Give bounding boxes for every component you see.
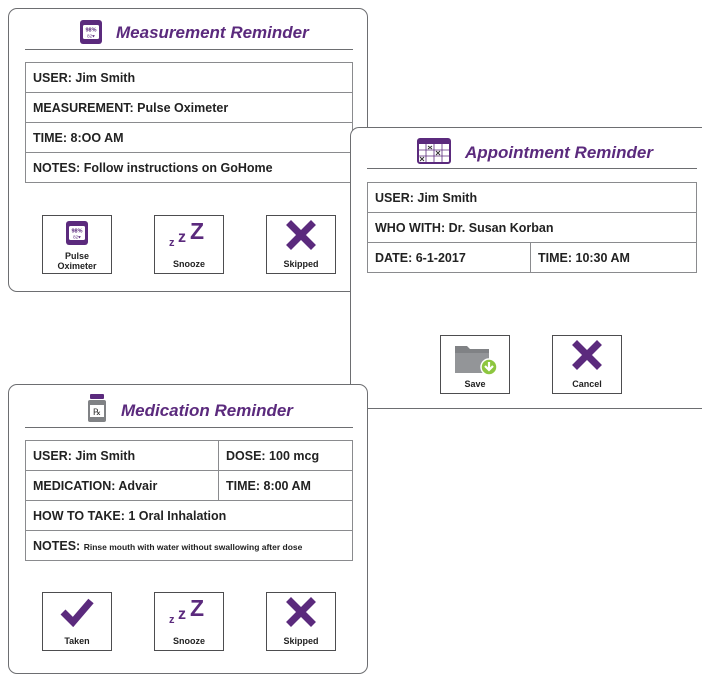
title-divider	[25, 427, 353, 428]
x-icon	[286, 597, 316, 627]
oximeter-reading-bottom: 82♥	[87, 34, 95, 39]
medication-details-table: USER: Jim Smith DOSE: 100 mcg MEDICATION…	[25, 440, 353, 561]
pulse-label-line2: Oximeter	[57, 261, 97, 271]
cancel-label: Cancel	[572, 379, 602, 389]
medication-time: TIME: 8:00 AM	[218, 470, 353, 501]
snooze-button[interactable]: z z Z Snooze	[154, 215, 224, 274]
skipped-button[interactable]: Skipped	[266, 215, 336, 274]
cancel-button[interactable]: Cancel	[552, 335, 622, 394]
medication-how-to-take: HOW TO TAKE: 1 Oral Inhalation	[25, 500, 353, 531]
skipped-label: Skipped	[283, 636, 319, 646]
svg-text:z: z	[178, 606, 186, 623]
pulse-oximeter-label: Pulse Oximeter	[43, 251, 111, 271]
skipped-label: Skipped	[283, 259, 319, 269]
svg-text:z: z	[169, 237, 175, 248]
appointment-date: DATE: 6-1-2017	[367, 242, 531, 273]
oximeter-reading-bottom: 82♥	[73, 235, 81, 240]
pulse-oximeter-icon: 98% 82♥	[80, 20, 102, 44]
pill-bottle-icon: ℞	[88, 394, 106, 422]
medication-reminder-card: ℞ Medication Reminder USER: Jim Smith DO…	[8, 384, 368, 674]
medication-notes-label: NOTES:	[33, 538, 81, 553]
x-icon	[572, 340, 602, 370]
appointment-time: TIME: 10:30 AM	[530, 242, 697, 273]
snooze-icon: z z Z	[169, 597, 204, 625]
taken-button[interactable]: Taken	[42, 592, 112, 651]
pulse-oximeter-button[interactable]: 98% 82♥ Pulse Oximeter	[42, 215, 112, 274]
measurement-reminder-card: 98% 82♥ Measurement Reminder USER: Jim S…	[8, 8, 368, 292]
medication-dose: DOSE: 100 mcg	[218, 440, 353, 471]
appointment-user: USER: Jim Smith	[367, 182, 697, 213]
title-divider	[25, 49, 353, 50]
pulse-oximeter-icon: 98% 82♥	[66, 221, 88, 245]
pulse-label-line1: Pulse	[64, 251, 89, 261]
skipped-button[interactable]: Skipped	[266, 592, 336, 651]
snooze-icon: z z Z	[169, 220, 204, 248]
snooze-button[interactable]: z z Z Snooze	[154, 592, 224, 651]
checkmark-icon	[60, 598, 94, 627]
medication-title: Medication Reminder	[121, 401, 293, 420]
measurement-title: Measurement Reminder	[116, 23, 309, 42]
snooze-label: Snooze	[172, 636, 205, 646]
measurement-user: USER: Jim Smith	[25, 62, 353, 93]
title-divider	[367, 168, 697, 169]
measurement-details-table: USER: Jim Smith MEASUREMENT: Pulse Oxime…	[25, 62, 353, 183]
medication-user: USER: Jim Smith	[25, 440, 219, 471]
svg-text:℞: ℞	[93, 407, 101, 417]
medication-notes: NOTES: Rinse mouth with water without sw…	[25, 530, 353, 561]
svg-text:z: z	[169, 614, 175, 625]
save-button[interactable]: Save	[440, 335, 510, 394]
measurement-notes: NOTES: Follow instructions on GoHome	[25, 152, 353, 183]
calendar-icon	[417, 138, 451, 164]
appointment-title: Appointment Reminder	[465, 143, 653, 162]
measurement-type: MEASUREMENT: Pulse Oximeter	[25, 92, 353, 123]
save-label: Save	[464, 379, 486, 389]
svg-text:Z: Z	[190, 597, 204, 621]
snooze-label: Snooze	[172, 259, 205, 269]
appointment-who-with: WHO WITH: Dr. Susan Korban	[367, 212, 697, 243]
medication-name: MEDICATION: Advair	[25, 470, 219, 501]
svg-text:z: z	[178, 229, 186, 246]
svg-text:Z: Z	[190, 220, 204, 244]
measurement-time: TIME: 8:OO AM	[25, 122, 353, 153]
medication-notes-text: Rinse mouth with water without swallowin…	[83, 541, 303, 552]
taken-label: Taken	[64, 636, 90, 646]
folder-save-icon	[455, 346, 498, 376]
appointment-details-table: USER: Jim Smith WHO WITH: Dr. Susan Korb…	[367, 182, 697, 273]
appointment-reminder-card: Appointment Reminder USER: Jim Smith WHO…	[350, 127, 702, 409]
x-icon	[286, 220, 316, 250]
